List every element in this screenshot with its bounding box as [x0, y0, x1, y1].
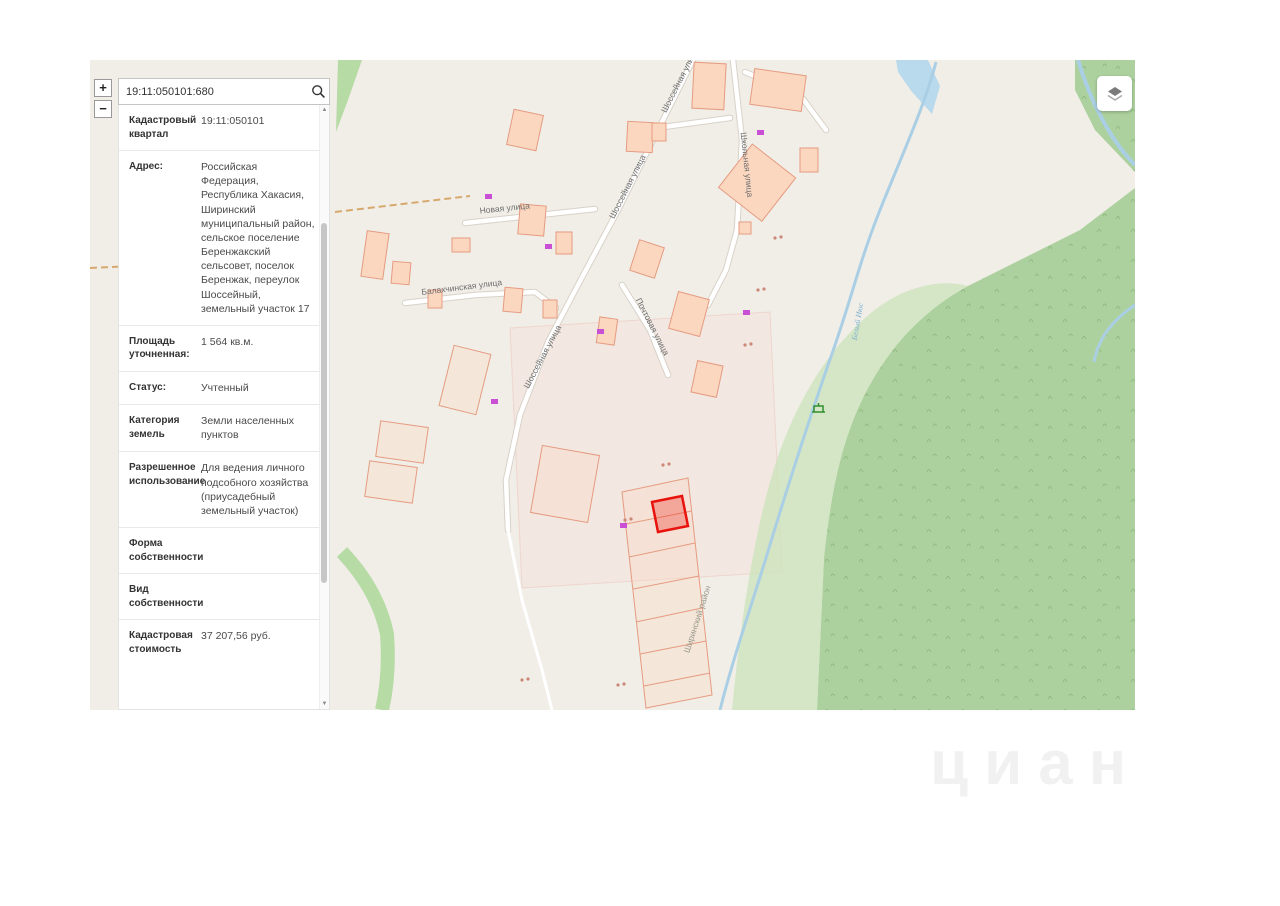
row-label: Вид собственности [129, 584, 204, 609]
row-label: Кадастровый квартал [129, 115, 197, 140]
row-value: Учтенный [201, 381, 249, 394]
layers-button[interactable] [1097, 76, 1132, 111]
row-value: Земли населенных пунктов [201, 415, 295, 442]
zoom-controls: + − [94, 79, 112, 118]
layers-icon [1107, 86, 1122, 101]
scroll-up-arrow[interactable]: ▲ [320, 105, 329, 115]
search-icon[interactable] [307, 84, 329, 99]
row-label: Адрес: [129, 161, 163, 172]
row-label: Кадастровая стоимость [129, 630, 193, 655]
selected-parcel[interactable] [650, 494, 690, 534]
row-value: Российская Федерация, Республика Хакасия… [201, 161, 315, 315]
scroll-down-arrow[interactable]: ▼ [320, 699, 329, 709]
cian-watermark: циан [930, 729, 1143, 798]
row-value [201, 537, 316, 564]
row-value [201, 583, 316, 610]
row-label: Статус: [129, 381, 167, 393]
row-label: Категория земель [129, 415, 180, 440]
row-label: Форма собственности [129, 538, 204, 563]
search-input[interactable] [119, 85, 307, 98]
search-bar [118, 78, 330, 105]
info-row-ownership-form: Форма собственности [119, 527, 320, 573]
page: Новая улица Балахчинская улица Шоссейная… [0, 0, 1280, 906]
panel-scrollbar[interactable]: ▲ ▼ [319, 105, 329, 709]
info-row-cadastral-value: Кадастровая стоимость 37 207,56 руб. [119, 619, 320, 665]
info-row-status: Статус: Учтенный [119, 370, 320, 404]
info-row-address: Адрес: Российская Федерация, Республика … [119, 150, 320, 325]
parcel-info-panel: Кадастровый квартал 19:11:050101 Адрес: … [118, 105, 330, 710]
row-value: 1 564 кв.м. [201, 335, 254, 348]
info-row-area: Площадь уточненная: 1 564 кв.м. [119, 324, 320, 371]
info-row-permitted-use: Разрешенное использование Для ведения ли… [119, 451, 320, 527]
scrollbar-thumb[interactable] [321, 223, 327, 583]
row-value: Для ведения личного подсобного хозяйства… [201, 462, 309, 517]
info-row-cadastral-quarter: Кадастровый квартал 19:11:050101 [119, 105, 320, 150]
zoom-out-button[interactable]: − [94, 100, 112, 118]
row-label: Разрешенное использование [129, 462, 206, 487]
row-value: 37 207,56 руб. [201, 630, 271, 643]
zoom-in-button[interactable]: + [94, 79, 112, 97]
row-value: 19:11:050101 [201, 115, 265, 127]
info-row-land-category: Категория земель Земли населенных пункто… [119, 404, 320, 451]
row-label: Площадь уточненная: [129, 335, 190, 361]
info-row-ownership-type: Вид собственности [119, 573, 320, 619]
